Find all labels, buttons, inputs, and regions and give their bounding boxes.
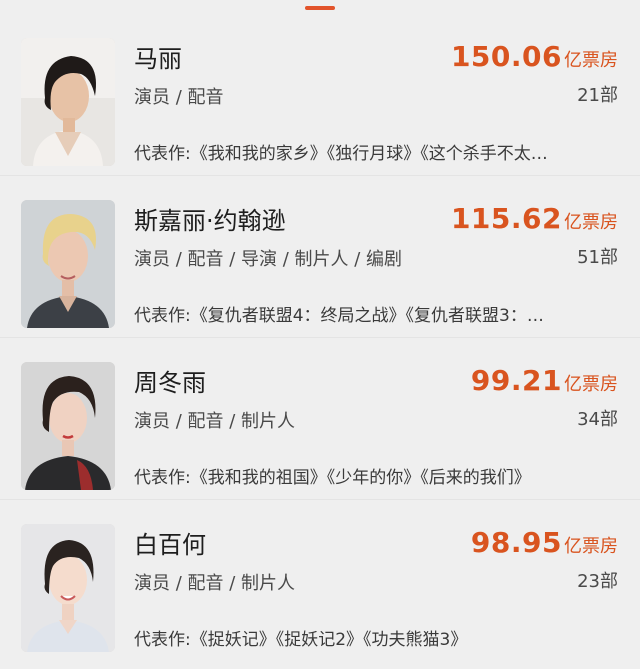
box-office: 115.62 亿票房 [451,202,618,236]
actor-avatar[interactable] [21,200,115,328]
representative-works: 代表作:《我和我的祖国》《少年的你》《后来的我们》 [134,466,604,490]
portrait-image [21,362,115,490]
actor-name[interactable]: 马丽 [134,44,182,74]
portrait-image [21,200,115,328]
actor-card[interactable]: 斯嘉丽·约翰逊 演员 / 配音 / 导演 / 制片人 / 编剧 115.62 亿票… [0,175,640,338]
actor-card[interactable]: 白百何 演员 / 配音 / 制片人 98.95 亿票房 23部 代表作:《捉妖记》… [0,499,640,662]
actor-avatar[interactable] [21,362,115,490]
box-office-unit: 亿票房 [564,50,618,71]
actor-roles: 演员 / 配音 / 导演 / 制片人 / 编剧 [134,249,403,270]
actor-card[interactable]: 马丽 演员 / 配音 150.06 亿票房 21部 代表作:《我和我的家乡》《独行… [0,14,640,176]
box-office-value: 150.06 [450,40,562,73]
works-count: 23部 [577,571,618,592]
box-office: 150.06 亿票房 [451,40,618,74]
actor-name[interactable]: 周冬雨 [134,368,206,398]
box-office-unit: 亿票房 [564,536,618,557]
works-titles: 《我和我的祖国》《少年的你》《后来的我们》 [190,468,531,488]
representative-works: 代表作:《我和我的家乡》《独行月球》《这个杀手不太… [134,142,604,166]
actor-list: 马丽 演员 / 配音 150.06 亿票房 21部 代表作:《我和我的家乡》《独行… [0,0,640,669]
works-titles: 《捉妖记》《捉妖记2》《功夫熊猫3》 [190,630,468,650]
portrait-image [21,524,115,652]
box-office-value: 115.62 [450,202,562,235]
actor-name[interactable]: 斯嘉丽·约翰逊 [134,206,286,236]
works-count: 21部 [577,85,618,106]
box-office-unit: 亿票房 [564,374,618,395]
box-office-value: 98.95 [470,526,562,559]
box-office: 98.95 亿票房 [471,526,618,560]
actor-name[interactable]: 白百何 [134,530,206,560]
works-prefix: 代表作: [134,630,191,650]
works-prefix: 代表作: [134,144,191,164]
works-count: 51部 [577,247,618,268]
works-titles: 《复仇者联盟4：终局之战》《复仇者联盟3：… [190,306,544,326]
box-office-unit: 亿票房 [564,212,618,233]
works-titles: 《我和我的家乡》《独行月球》《这个杀手不太… [190,144,548,164]
portrait-image [21,38,115,166]
actor-avatar[interactable] [21,38,115,166]
actor-roles: 演员 / 配音 / 制片人 [134,411,296,432]
box-office-value: 99.21 [470,364,562,397]
works-count: 34部 [577,409,618,430]
works-prefix: 代表作: [134,306,191,326]
works-prefix: 代表作: [134,468,191,488]
representative-works: 代表作:《捉妖记》《捉妖记2》《功夫熊猫3》 [134,628,604,652]
box-office: 99.21 亿票房 [471,364,618,398]
actor-card[interactable]: 周冬雨 演员 / 配音 / 制片人 99.21 亿票房 34部 代表作:《我和我的… [0,337,640,500]
actor-avatar[interactable] [21,524,115,652]
actor-roles: 演员 / 配音 / 制片人 [134,573,296,594]
representative-works: 代表作:《复仇者联盟4：终局之战》《复仇者联盟3：… [134,304,604,328]
actor-roles: 演员 / 配音 [134,87,224,108]
